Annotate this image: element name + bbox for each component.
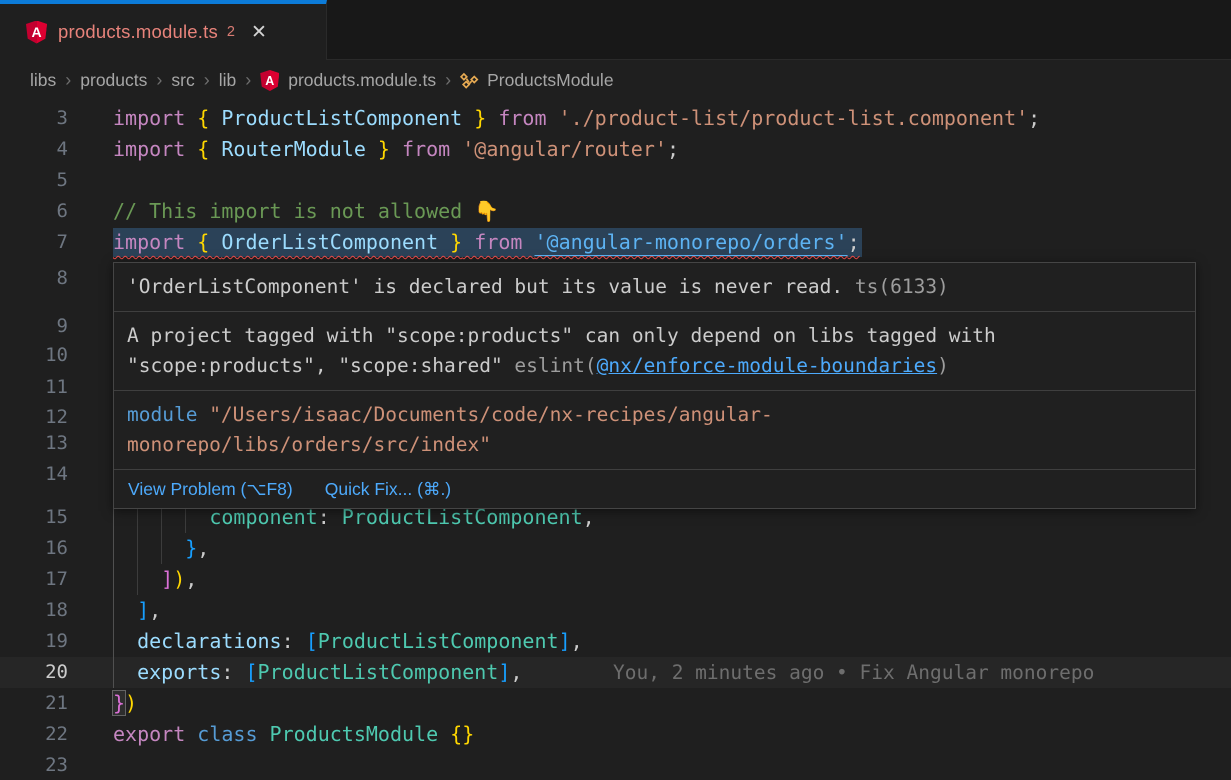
close-icon[interactable]: ✕: [249, 21, 269, 44]
line-number-19[interactable]: 19: [0, 626, 68, 657]
hover-module-info: module "/Users/isaac/Documents/code/nx-r…: [114, 390, 1195, 469]
breadcrumb-file[interactable]: Aproducts.module.ts: [260, 70, 436, 91]
line-number-18[interactable]: 18: [0, 595, 68, 626]
hover-ts-diagnostic: 'OrderListComponent' is declared but its…: [114, 263, 1195, 311]
chevron-right-icon: ›: [65, 70, 71, 91]
code-line-18[interactable]: ],: [113, 595, 161, 626]
tab-bar: A products.module.ts 2 ✕: [0, 0, 1231, 60]
line-number-5[interactable]: 5: [0, 165, 68, 196]
line-number-22[interactable]: 22: [0, 719, 68, 750]
code-line-19[interactable]: declarations: [ProductListComponent],: [113, 626, 583, 657]
git-blame-annotation: You, 2 minutes ago • Fix Angular monorep…: [613, 657, 1094, 688]
code-line-3[interactable]: import { ProductListComponent } from './…: [113, 103, 1040, 134]
chevron-right-icon: ›: [204, 70, 210, 91]
line-number-16[interactable]: 16: [0, 533, 68, 564]
line-number-4[interactable]: 4: [0, 134, 68, 165]
code-line-7[interactable]: import { OrderListComponent } from '@ang…: [113, 227, 862, 258]
hover-action-bar: View Problem (⌥F8) Quick Fix... (⌘.): [114, 469, 1195, 508]
line-number-23[interactable]: 23: [0, 750, 68, 780]
symbol-class-icon: [460, 71, 479, 90]
hover-ts-code: ts(6133): [843, 275, 949, 298]
module-import-link[interactable]: '@angular-monorepo/orders': [534, 230, 847, 254]
angular-icon: A: [26, 21, 47, 44]
breadcrumb-item-products[interactable]: products: [80, 70, 147, 91]
breadcrumb-symbol[interactable]: ProductsModule: [460, 70, 613, 91]
code-line-22[interactable]: export class ProductsModule {}: [113, 719, 474, 750]
angular-icon: A: [260, 70, 279, 91]
line-number-3[interactable]: 3: [0, 103, 68, 134]
line-number-13[interactable]: 13: [0, 428, 68, 459]
code-line-20[interactable]: exports: [ProductListComponent],: [113, 657, 522, 688]
code-line-17[interactable]: ]),: [113, 564, 197, 595]
vscode-window: A products.module.ts 2 ✕ libs › products › s…: [0, 0, 1231, 780]
line-number-15[interactable]: 15: [0, 502, 68, 533]
code-line-21[interactable]: }): [113, 688, 137, 719]
line-number-10[interactable]: 10: [0, 340, 68, 371]
code-line-16[interactable]: },: [113, 533, 209, 564]
tab-products-module[interactable]: A products.module.ts 2 ✕: [0, 0, 327, 60]
chevron-right-icon: ›: [445, 70, 451, 91]
breadcrumb-item-lib[interactable]: lib: [219, 70, 237, 91]
line-number-11[interactable]: 11: [0, 372, 68, 403]
line-number-6[interactable]: 6: [0, 196, 68, 227]
view-problem-action[interactable]: View Problem (⌥F8): [128, 478, 293, 500]
chevron-right-icon: ›: [156, 70, 162, 91]
quick-fix-action[interactable]: Quick Fix... (⌘.): [325, 478, 451, 500]
line-number-14[interactable]: 14: [0, 459, 68, 490]
line-number-9[interactable]: 9: [0, 311, 68, 342]
breadcrumb-item-src[interactable]: src: [171, 70, 194, 91]
line-number-21[interactable]: 21: [0, 688, 68, 719]
line-number-17[interactable]: 17: [0, 564, 68, 595]
line-number-20[interactable]: 20: [0, 657, 68, 688]
code-line-4[interactable]: import { RouterModule } from '@angular/r…: [113, 134, 679, 165]
hover-eslint-diagnostic: A project tagged with "scope:products" c…: [114, 311, 1195, 390]
line-number-8[interactable]: 8: [0, 263, 68, 294]
tab-title: products.module.ts: [58, 21, 218, 43]
eslint-rule-link[interactable]: @nx/enforce-module-boundaries: [597, 354, 937, 377]
breadcrumb-item-libs[interactable]: libs: [30, 70, 56, 91]
tab-error-count: 2: [227, 24, 235, 40]
code-editor[interactable]: 3 import { ProductListComponent } from '.…: [0, 100, 1231, 780]
diagnostic-hover-popup: 'OrderListComponent' is declared but its…: [113, 262, 1196, 509]
line-number-7[interactable]: 7: [0, 227, 68, 258]
breadcrumb: libs › products › src › lib › Aproducts.module.t…: [0, 61, 1231, 100]
code-line-6[interactable]: // This import is not allowed 👇: [113, 196, 499, 227]
chevron-right-icon: ›: [245, 70, 251, 91]
